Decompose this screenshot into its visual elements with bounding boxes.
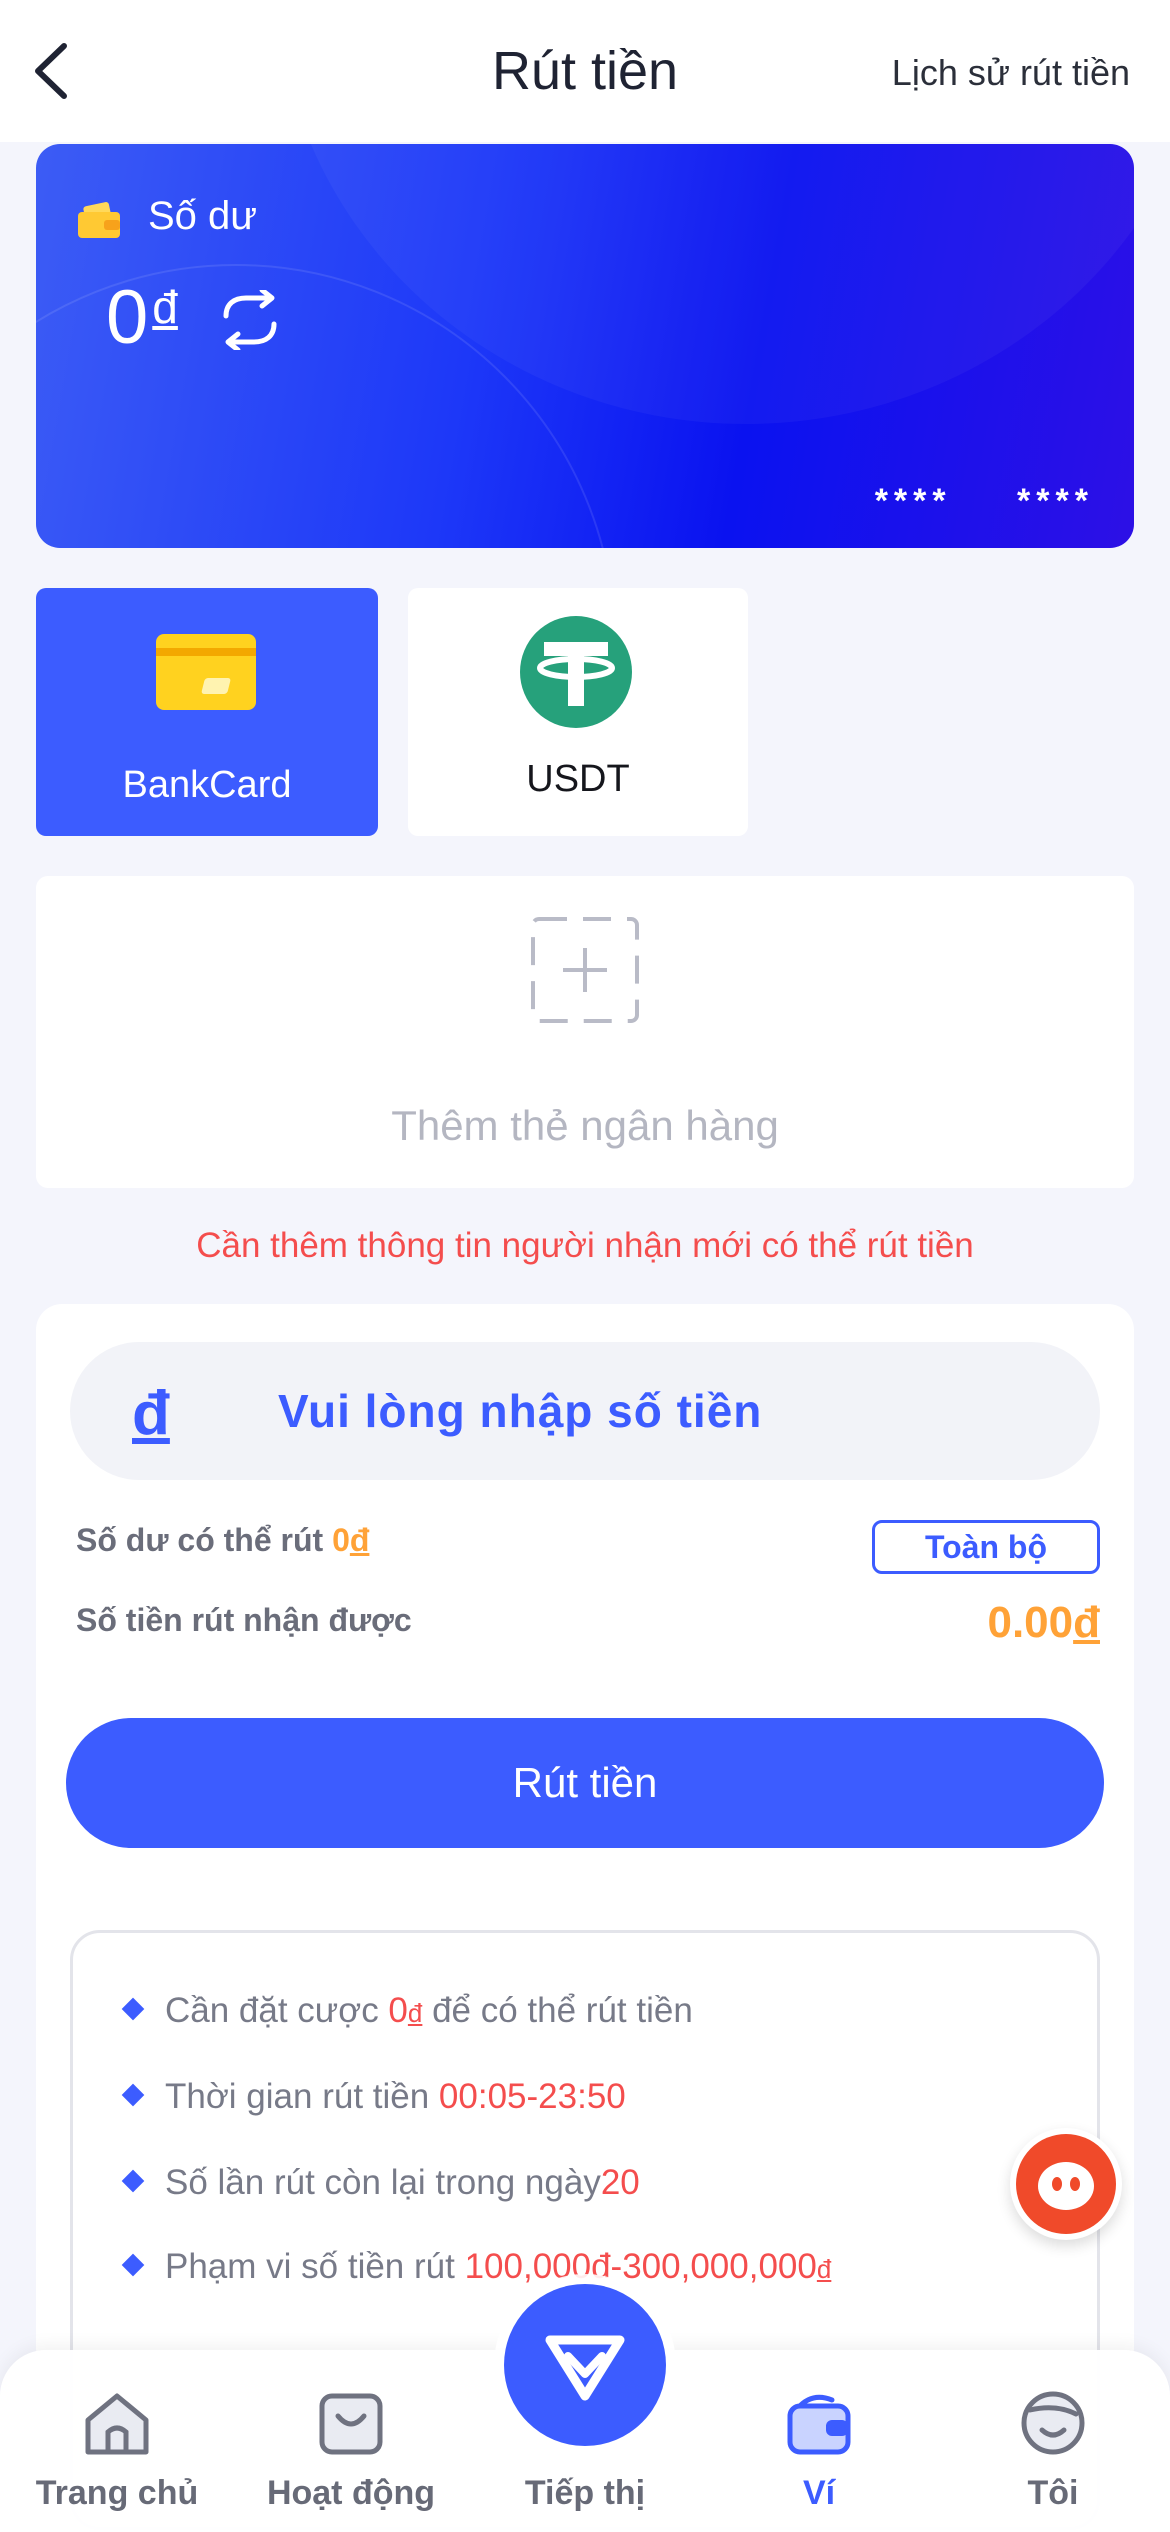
tab-label: Tiếp thị	[524, 2474, 646, 2512]
rule-currency: đ	[816, 2254, 832, 2284]
chat-bubble-icon	[1016, 2134, 1116, 2234]
balance-amount: 0đ	[106, 274, 178, 361]
rule-highlight: 100,000đ-300,000,000đ	[465, 2247, 832, 2286]
withdraw-submit-button[interactable]: Rút tiền	[66, 1718, 1104, 1848]
home-icon	[85, 2393, 149, 2455]
rule-highlight: 0đ	[388, 1991, 422, 2030]
tab-wallet[interactable]: Ví	[702, 2350, 936, 2532]
withdraw-all-button[interactable]: Toàn bộ	[872, 1520, 1100, 1574]
activity-bag-icon	[319, 2393, 383, 2455]
rule-currency: đ	[407, 1998, 423, 2028]
amount-placeholder: Vui lòng nhập số tiền	[278, 1385, 763, 1437]
available-balance: Số dư có thể rút 0đ	[76, 1522, 369, 1559]
bullet-diamond-icon	[121, 1997, 145, 2021]
rule-item: Thời gian rút tiền 00:05-23:50	[121, 2077, 626, 2117]
usdt-tether-icon	[520, 616, 632, 728]
add-bank-card-label: Thêm thẻ ngân hàng	[391, 1102, 779, 1149]
marketing-center-button[interactable]	[504, 2284, 666, 2446]
tab-profile[interactable]: Tôi	[936, 2350, 1170, 2532]
tab-label: Tôi	[1027, 2474, 1079, 2512]
method-usdt[interactable]: USDT	[408, 588, 748, 836]
wallet-icon	[787, 2394, 851, 2455]
rule-highlight: 20	[600, 2163, 640, 2202]
wallet-icon	[78, 202, 120, 238]
balance-amount-value: 0	[106, 275, 149, 360]
tab-activity[interactable]: Hoạt động	[234, 2350, 468, 2532]
add-bank-card[interactable]: Thêm thẻ ngân hàng	[36, 876, 1134, 1188]
method-label: USDT	[526, 758, 630, 800]
recipient-warning: Cần thêm thông tin người nhận mới có thể…	[196, 1226, 974, 1265]
add-plus-icon	[531, 917, 639, 1023]
receive-amount-value: 0.00đ	[987, 1598, 1100, 1648]
bullet-diamond-icon	[121, 2083, 145, 2107]
receive-amount-currency: đ	[1073, 1598, 1100, 1647]
rule-highlight: 00:05-23:50	[438, 2077, 626, 2116]
withdraw-history-link[interactable]: Lịch sử rút tiền	[892, 52, 1130, 94]
amount-input[interactable]: đ Vui lòng nhập số tiền	[70, 1342, 1100, 1480]
rule-highlight-value: 0	[388, 1991, 408, 2030]
customer-support-button[interactable]	[1010, 2128, 1122, 2240]
method-label: BankCard	[122, 764, 292, 806]
rule-text: Số lần rút còn lại trong ngày	[165, 2163, 601, 2202]
rule-item: Số lần rút còn lại trong ngày20	[121, 2163, 640, 2203]
method-bankcard[interactable]: BankCard	[36, 588, 378, 836]
rule-text-suffix: để có thể rút tiền	[422, 1991, 693, 2030]
receive-amount-number: 0.00	[987, 1598, 1074, 1647]
rule-highlight-value: 100,000đ-300,000,000	[464, 2247, 817, 2286]
available-balance-value: 0đ	[332, 1522, 369, 1558]
top-header: Rút tiền Lịch sử rút tiền	[0, 0, 1170, 142]
rule-text: Phạm vi số tiền rút	[165, 2247, 465, 2286]
masked-card-number: **** ****	[874, 482, 1094, 520]
rule-text: Cần đặt cược	[165, 1991, 389, 2030]
receive-amount-label: Số tiền rút nhận được	[76, 1602, 412, 1638]
currency-dong-icon: đ	[132, 1379, 170, 1448]
diamond-icon	[545, 2335, 625, 2401]
balance-card: Số dư 0đ **** ****	[36, 144, 1134, 548]
available-balance-amount: 0	[332, 1522, 350, 1558]
rule-item: Cần đặt cược 0đ để có thể rút tiền	[121, 1991, 693, 2031]
available-balance-currency: đ	[349, 1522, 370, 1558]
refresh-icon[interactable]	[216, 290, 284, 350]
tab-home[interactable]: Trang chủ	[0, 2350, 234, 2532]
profile-face-icon	[1021, 2391, 1085, 2455]
bullet-diamond-icon	[121, 2169, 145, 2193]
tab-label: Hoạt động	[266, 2474, 436, 2512]
rule-item: Phạm vi số tiền rút 100,000đ-300,000,000…	[121, 2247, 832, 2287]
balance-currency: đ	[152, 281, 178, 333]
tab-label: Ví	[802, 2474, 836, 2512]
rule-text: Thời gian rút tiền	[165, 2077, 439, 2116]
available-balance-label: Số dư có thể rút	[76, 1522, 324, 1558]
balance-label: Số dư	[148, 194, 258, 238]
tab-label: Trang chủ	[35, 2474, 199, 2512]
bullet-diamond-icon	[121, 2253, 145, 2277]
bank-card-icon	[156, 634, 256, 710]
